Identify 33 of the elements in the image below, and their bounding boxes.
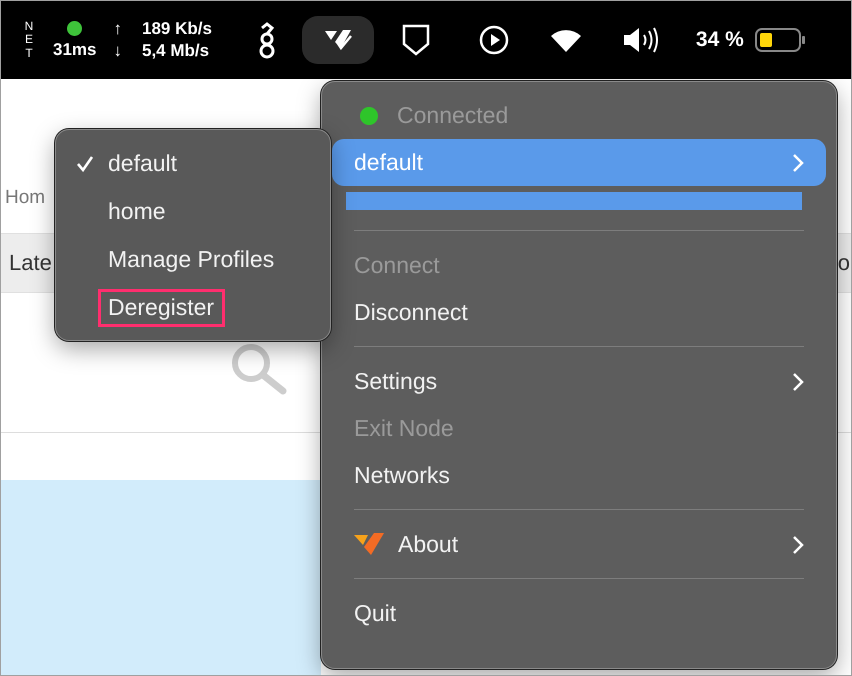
menu-item[interactable]: Settings xyxy=(332,358,826,405)
upload-arrow: ↑ xyxy=(113,18,122,40)
net-label: NET xyxy=(24,20,34,60)
upload-speed: 189 Kb/s xyxy=(142,18,212,40)
download-arrow: ↓ xyxy=(113,40,122,62)
tab-label[interactable]: o xyxy=(838,250,850,276)
chevron-icon xyxy=(792,372,804,392)
status-dot xyxy=(360,106,378,124)
menu-item[interactable]: Disconnect xyxy=(332,289,826,336)
status-dot xyxy=(67,20,82,36)
menu-item[interactable]: Deregister xyxy=(98,289,226,327)
download-speed: 5,4 Mb/s xyxy=(142,40,210,62)
menu-item[interactable]: Networks xyxy=(332,452,826,499)
menu-item[interactable]: About xyxy=(332,521,826,568)
battery-icon xyxy=(754,28,805,52)
latency-text: 31ms xyxy=(53,40,96,60)
breadcrumb[interactable]: Hom xyxy=(5,187,46,209)
status-label: Connected xyxy=(397,102,508,129)
chevron-icon xyxy=(792,152,804,172)
search-icon xyxy=(231,343,289,395)
play-icon xyxy=(478,25,509,55)
battery-percent: 34 % xyxy=(696,28,744,52)
tab-label[interactable]: Late xyxy=(9,250,52,276)
shield-icon xyxy=(402,24,430,56)
logo-icon xyxy=(354,532,384,556)
menu-item[interactable]: Quit xyxy=(332,590,826,637)
chevron-icon xyxy=(792,534,804,554)
tray-item[interactable] xyxy=(302,16,374,64)
menu-item[interactable]: home xyxy=(98,193,177,231)
wifi-icon xyxy=(548,27,583,53)
menu-item[interactable]: Manage Profiles xyxy=(98,241,286,279)
logo-icon xyxy=(322,28,353,52)
menu-item[interactable]: default xyxy=(98,145,188,183)
